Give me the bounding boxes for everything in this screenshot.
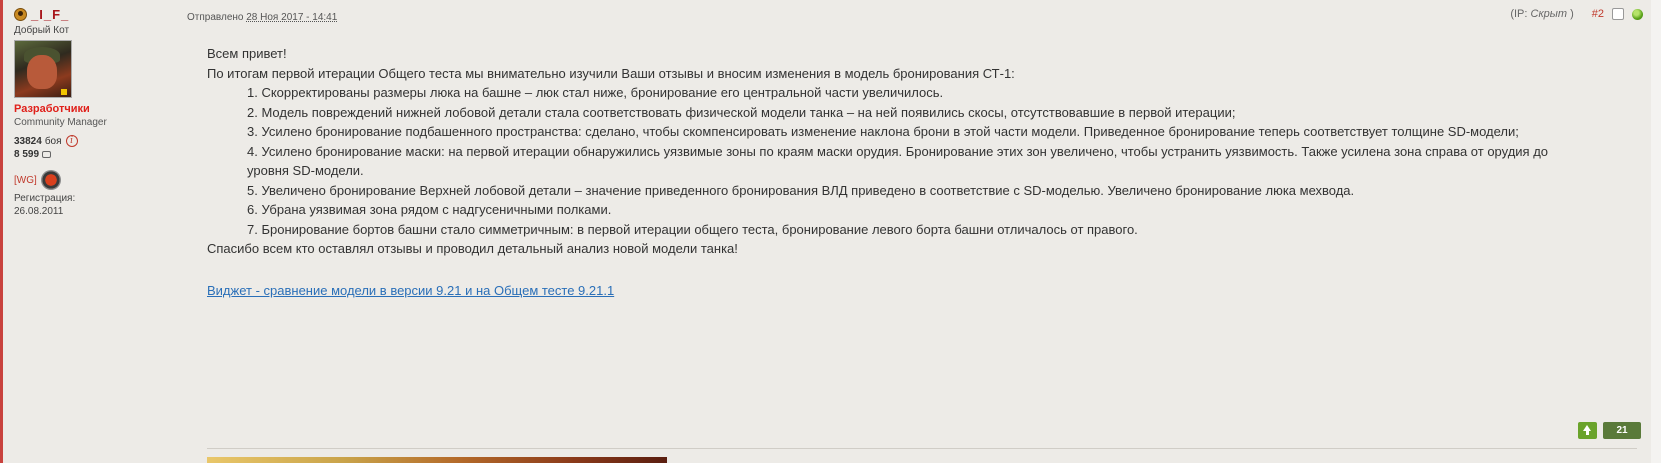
scroll-gutter [1651, 0, 1661, 463]
battles-count: 33824 [14, 135, 42, 147]
registration-date: 26.08.2011 [14, 206, 64, 217]
next-post-image-preview [207, 457, 667, 463]
battles-label: боя [44, 135, 62, 147]
change-item: 5. Увеличено бронирование Верхней лобово… [247, 182, 1355, 198]
online-indicator-icon [1632, 8, 1643, 20]
ip-prefix: (IP: [1510, 8, 1528, 20]
vote-up-arrow-icon[interactable] [1578, 422, 1597, 439]
change-item: 4. Усилено бронирование маски: на первой… [247, 143, 1549, 179]
post-date: 28 Ноя 2017 - 14:41 [246, 12, 338, 23]
widget-comparison-link[interactable]: Виджет - сравнение модели в версии 9.21 … [207, 281, 614, 301]
author-info-panel: _I_F_ Добрый Кот Разработчики Community … [14, 6, 174, 217]
change-item: 3. Усилено бронирование подбашенного про… [247, 124, 1519, 139]
post-select-checkbox[interactable] [1612, 8, 1624, 20]
author-posts: 8 599 [14, 149, 174, 160]
registration-label: Регистрация: [14, 193, 76, 204]
posts-count: 8 599 [14, 149, 40, 160]
author-avatar[interactable] [14, 40, 72, 98]
post-meta: (IP: Скрыт ) #2 [1510, 8, 1643, 20]
author-clan: [WG] [14, 170, 174, 190]
post-divider [207, 448, 1637, 449]
reputation-count: 21 [1603, 422, 1641, 439]
avatar-face [27, 55, 57, 89]
post-number-link[interactable]: #2 [1592, 8, 1604, 20]
post-header: Отправлено 28 Ноя 2017 - 14:41 [187, 12, 337, 23]
change-item: 6. Убрана уязвимая зона рядом с надгусен… [247, 202, 612, 217]
author-group: Разработчики [14, 103, 90, 115]
post-left-border [0, 0, 3, 463]
forum-post-page: _I_F_ Добрый Кот Разработчики Community … [0, 0, 1661, 463]
reputation-controls: 21 [1578, 422, 1641, 439]
author-role: Community Manager [14, 117, 107, 128]
change-item: 2. Модель повреждений нижней лобовой дет… [247, 104, 1236, 120]
change-item: 1. Скорректированы размеры люка на башне… [247, 85, 944, 100]
post-thanks: Спасибо всем кто оставлял отзывы и прово… [207, 241, 738, 256]
ip-value: Скрыт [1530, 8, 1568, 20]
author-battles: 33824 боя i [14, 135, 174, 147]
post-intro: По итогам первой итерации Общего теста м… [207, 65, 1015, 81]
avatar-rank-badge [61, 89, 67, 95]
post-greeting: Всем привет! [207, 46, 287, 61]
sent-label: Отправлено [187, 12, 244, 23]
author-title: Добрый Кот [14, 25, 70, 36]
user-status-icon [14, 7, 27, 21]
comment-icon [42, 151, 52, 158]
post-content: Всем привет! По итогам первой итерации О… [207, 44, 1627, 300]
changes-list: 1. Скорректированы размеры люка на башне… [207, 83, 1627, 239]
ip-info: (IP: Скрыт ) [1510, 8, 1573, 20]
author-name-row: _I_F_ [14, 6, 174, 22]
info-icon[interactable]: i [65, 135, 78, 147]
change-item: 7. Бронирование бортов башни стало симме… [247, 221, 1138, 237]
author-name-link[interactable]: _I_F_ [31, 7, 69, 22]
clan-tag-link[interactable]: [WG] [14, 175, 37, 186]
ip-suffix: ) [1570, 8, 1574, 20]
clan-emblem-icon[interactable] [40, 170, 61, 190]
